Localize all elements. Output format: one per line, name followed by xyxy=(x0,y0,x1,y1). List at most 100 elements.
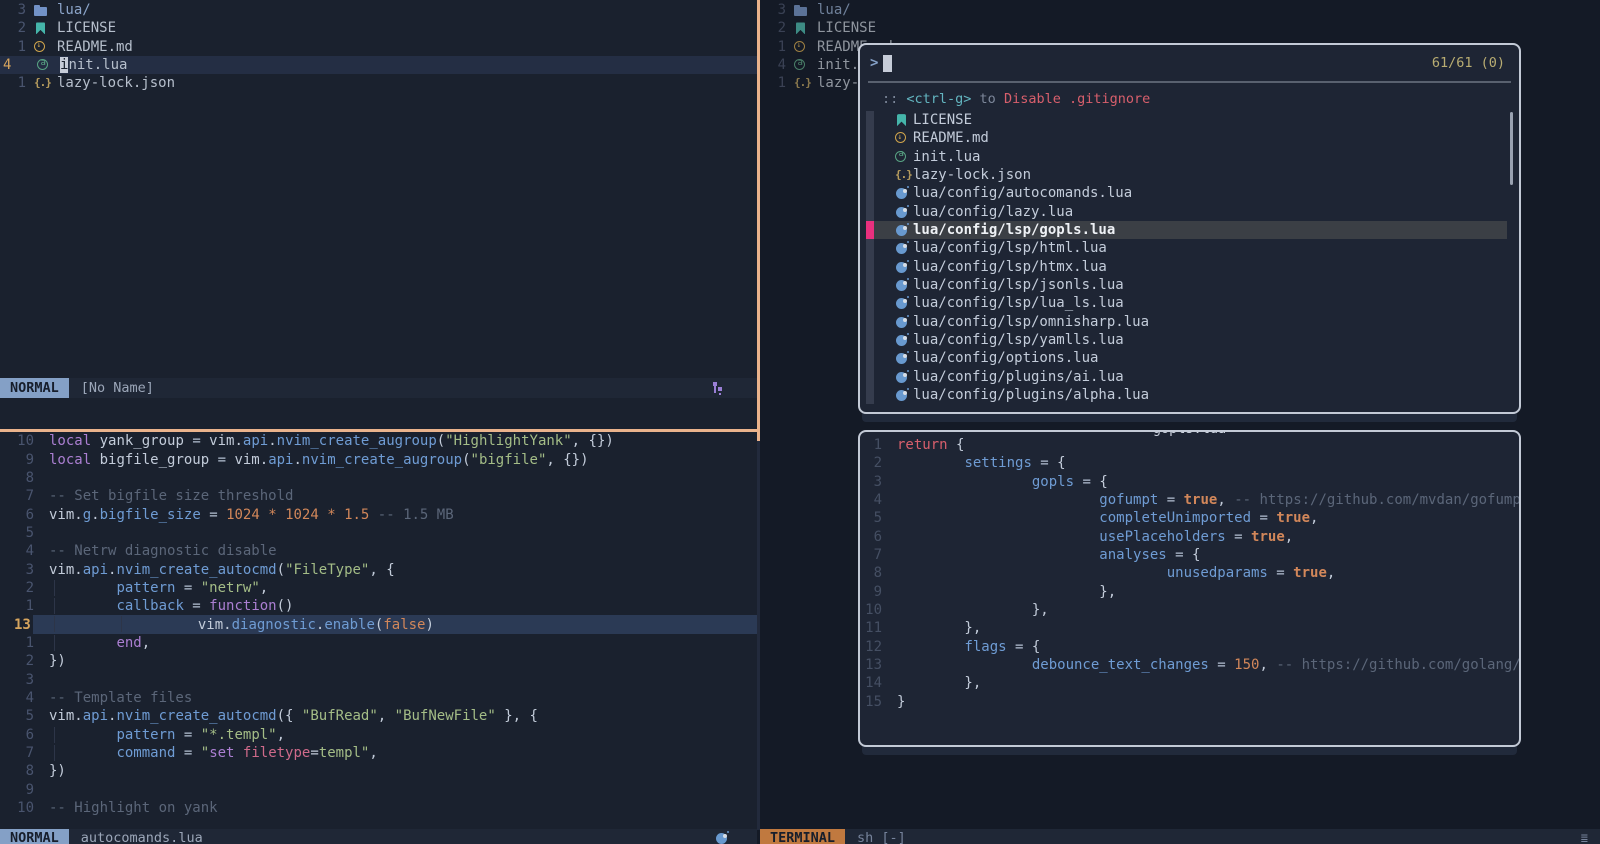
preview-code-line: 10 }, xyxy=(860,601,1519,619)
fzf-result[interactable]: lua/config/lsp/htmx.lua xyxy=(860,258,1519,276)
line-number: 3 xyxy=(0,2,26,18)
line-number: 4 xyxy=(760,57,786,73)
code-line[interactable]: 9local bigfile_group = vim.api.nvim_crea… xyxy=(0,450,757,468)
fzf-result[interactable]: lua/config/lsp/lua_ls.lua xyxy=(860,294,1519,312)
mode-badge: TERMINAL xyxy=(760,829,845,844)
readme-icon xyxy=(794,40,808,54)
code-line[interactable]: 5 xyxy=(0,524,757,542)
line-number: 6 xyxy=(0,507,34,523)
json-icon xyxy=(895,168,909,182)
line-number: 2 xyxy=(0,20,26,36)
fzf-pointer xyxy=(866,129,874,147)
code-line-current[interactable]: 13 vim.diagnostic.enable(false) xyxy=(0,615,757,633)
fzf-separator xyxy=(868,81,1511,83)
code-line[interactable]: 9 xyxy=(0,781,757,799)
code-line[interactable]: 3 xyxy=(0,670,757,688)
preview-title: gopls.lua xyxy=(1144,430,1235,437)
neovim-screen: 3lua/2LICENSE1README.md4init.lua1lazy-lo… xyxy=(0,0,1600,844)
fzf-result[interactable]: lua/config/options.lua xyxy=(860,349,1519,367)
code-line[interactable]: 2}) xyxy=(0,652,757,670)
explorer-file-row[interactable]: 1README.md xyxy=(0,38,757,56)
file-name: LICENSE xyxy=(817,20,876,36)
code-line[interactable]: 8 xyxy=(0,469,757,487)
left-pane: 3lua/2LICENSE1README.md4init.lua1lazy-lo… xyxy=(0,0,757,844)
indent-guide xyxy=(54,727,55,743)
lua-icon xyxy=(895,333,909,347)
lines-icon: ≣ xyxy=(1581,831,1588,844)
preview-code-line: 12 flags = { xyxy=(860,638,1519,656)
explorer-file-row[interactable]: 3lua/ xyxy=(760,1,1600,19)
lua-icon xyxy=(895,296,909,310)
explorer-file-row[interactable]: 3lua/ xyxy=(0,1,757,19)
lua-icon xyxy=(895,260,909,274)
fzf-result[interactable]: lazy-lock.json xyxy=(860,166,1519,184)
code-line[interactable]: 10local yank_group = vim.api.nvim_create… xyxy=(0,432,757,450)
code-line[interactable]: 4-- Netrw diagnostic disable xyxy=(0,542,757,560)
fzf-result[interactable]: lua/config/plugins/ai.lua xyxy=(860,368,1519,386)
window-separator[interactable] xyxy=(757,441,760,830)
fzf-result[interactable]: lua/config/lsp/yamlls.lua xyxy=(860,331,1519,349)
explorer-file-row[interactable]: 2LICENSE xyxy=(760,19,1600,37)
fzf-pointer xyxy=(866,313,874,331)
fzf-result[interactable]: init.lua xyxy=(860,148,1519,166)
line-number: 2 xyxy=(860,455,882,471)
preview-code-line: 7 analyses = { xyxy=(860,546,1519,564)
code-line[interactable]: 7-- Set bigfile size threshold xyxy=(0,487,757,505)
code-line[interactable]: 1 end, xyxy=(0,634,757,652)
code-line[interactable]: 6 pattern = "*.templ", xyxy=(0,726,757,744)
line-number: 3 xyxy=(0,672,34,688)
line-number: 1 xyxy=(760,39,786,55)
window-separator-active[interactable] xyxy=(757,0,760,441)
code-line[interactable]: 4-- Template files xyxy=(0,689,757,707)
line-number: 1 xyxy=(0,635,34,651)
explorer-file-row[interactable]: 4init.lua xyxy=(0,56,757,74)
line-number: 6 xyxy=(0,727,34,743)
fzf-pointer xyxy=(866,184,874,202)
file-name: lua/config/plugins/ai.lua xyxy=(913,369,1124,385)
code-line[interactable]: 2 pattern = "netrw", xyxy=(0,579,757,597)
explorer-file-row[interactable]: 2LICENSE xyxy=(0,19,757,37)
fzf-result[interactable]: README.md xyxy=(860,129,1519,147)
fzf-pointer xyxy=(866,166,874,184)
code-line[interactable]: 8}) xyxy=(0,762,757,780)
fzf-picker-window: > 61/61 (0) :: <ctrl-g> to Disable .giti… xyxy=(858,43,1521,414)
fzf-prompt-row[interactable]: > xyxy=(870,53,892,73)
file-name: lua/config/lsp/omnisharp.lua xyxy=(913,314,1149,330)
fzf-result[interactable]: lua/config/lsp/html.lua xyxy=(860,239,1519,257)
window-separator-horizontal[interactable] xyxy=(0,429,757,432)
fzf-scrollbar[interactable] xyxy=(1510,112,1514,185)
fzf-result[interactable]: LICENSE xyxy=(860,111,1519,129)
explorer-file-row[interactable]: 1lazy-lock.json xyxy=(0,74,757,92)
fzf-result[interactable]: lua/config/lsp/jsonls.lua xyxy=(860,276,1519,294)
line-number: 15 xyxy=(860,694,882,710)
code-line[interactable]: 10-- Highlight on yank xyxy=(0,799,757,817)
fzf-pointer xyxy=(866,111,874,129)
line-number: 1 xyxy=(0,39,26,55)
code-line[interactable]: 6vim.g.bigfile_size = 1024 * 1024 * 1.5 … xyxy=(0,505,757,523)
code-line[interactable]: 5vim.api.nvim_create_autocmd({ "BufRead"… xyxy=(0,707,757,725)
fzf-result[interactable]: lua/config/plugins/alpha.lua xyxy=(860,386,1519,404)
code-line[interactable]: 3vim.api.nvim_create_autocmd("FileType",… xyxy=(0,560,757,578)
file-name: lua/config/lsp/jsonls.lua xyxy=(913,277,1124,293)
file-name: lazy-lock.json xyxy=(57,75,175,91)
lua-icon xyxy=(715,831,729,844)
line-number: 5 xyxy=(0,708,34,724)
fzf-preview-window: gopls.lua 1return {2 settings = {3 gopls… xyxy=(858,430,1521,747)
statusline-filename: autocomands.lua xyxy=(81,830,203,844)
fzf-match-counter: 61/61 (0) xyxy=(1432,55,1505,71)
fzf-result[interactable]: lua/config/lsp/omnisharp.lua xyxy=(860,313,1519,331)
file-name: lua/config/autocomands.lua xyxy=(913,185,1132,201)
folder-icon xyxy=(794,3,808,17)
code-line[interactable]: 7 command = "set filetype=templ", xyxy=(0,744,757,762)
fzf-result-selected[interactable]: lua/config/lsp/gopls.lua xyxy=(860,221,1519,239)
fzf-result[interactable]: lua/config/lazy.lua xyxy=(860,203,1519,221)
indent-guide xyxy=(54,745,55,761)
code-line[interactable]: 1 callback = function() xyxy=(0,597,757,615)
preview-code-line: 8 unusedparams = true, xyxy=(860,564,1519,582)
statusline-filename: sh [-] xyxy=(857,830,906,844)
line-number: 5 xyxy=(0,525,34,541)
preview-code-line: 11 }, xyxy=(860,619,1519,637)
fzf-result[interactable]: lua/config/autocomands.lua xyxy=(860,184,1519,202)
fzf-pointer xyxy=(866,349,874,367)
line-number: 4 xyxy=(0,543,34,559)
